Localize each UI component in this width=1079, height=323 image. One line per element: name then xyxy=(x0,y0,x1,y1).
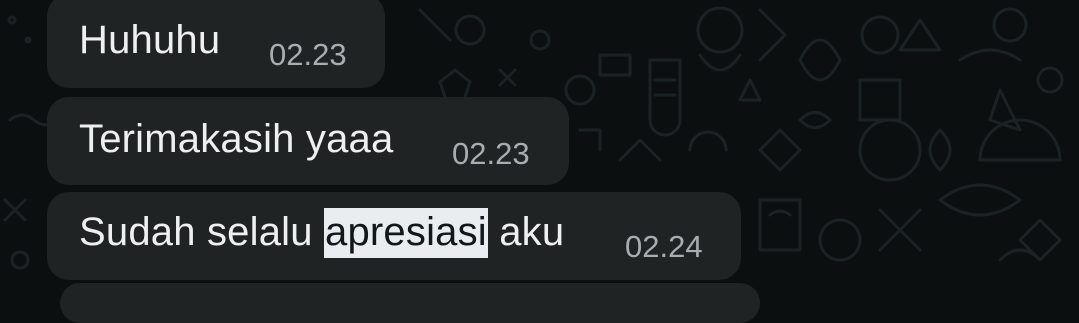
message-text-before: Sudah selalu xyxy=(79,210,325,254)
message-time: 02.23 xyxy=(452,136,530,171)
message-time: 02.24 xyxy=(625,229,703,264)
message-bubble[interactable]: Terimakasih yaaa 02.23 xyxy=(47,97,569,185)
message-text: Terimakasih yaaa xyxy=(79,117,394,161)
message-bubble[interactable]: Huhuhu 02.23 xyxy=(47,0,385,88)
message-list[interactable]: Huhuhu 02.23 Terimakasih yaaa 02.23 Suda… xyxy=(0,0,1079,323)
message-bubble[interactable]: Sudah selalu apresiasi aku 02.24 xyxy=(47,192,741,280)
message-bubble-partial[interactable] xyxy=(60,283,760,323)
message-text[interactable]: Sudah selalu apresiasi aku xyxy=(79,208,565,258)
message-time: 02.23 xyxy=(269,37,347,72)
selected-text[interactable]: apresiasi xyxy=(324,208,488,258)
message-text: Huhuhu xyxy=(79,18,221,62)
message-text-after: aku xyxy=(487,210,565,254)
